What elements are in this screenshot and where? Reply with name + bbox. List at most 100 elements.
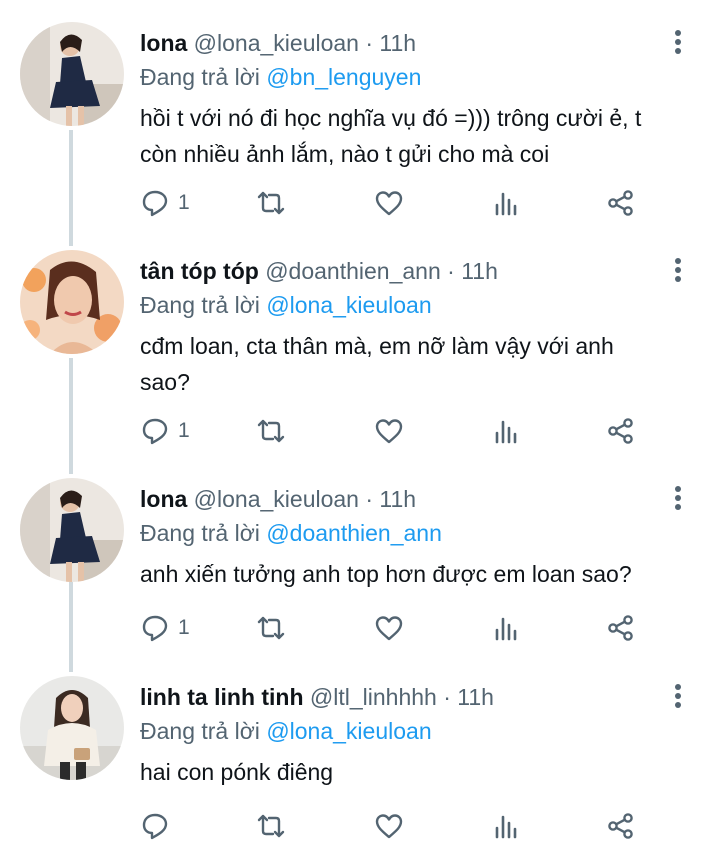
- tweet-text-line: hai con pónk điêng: [140, 759, 334, 785]
- replying-label: Đang trả lời: [140, 292, 260, 318]
- tweet-header: tân tóp tóp @doanthien_ann · 11h: [140, 256, 498, 286]
- analytics-button[interactable]: [492, 806, 522, 846]
- reply-to-handle-link[interactable]: @lona_kieuloan: [266, 292, 431, 318]
- replying-to: Đang trả lời @lona_kieuloan: [140, 716, 432, 746]
- retweet-icon: [257, 419, 285, 443]
- reply-button[interactable]: 1: [140, 183, 190, 223]
- avatar-tan-icon: [20, 250, 124, 354]
- display-name[interactable]: lona: [140, 486, 187, 512]
- tweet-text: hai con pónk điêng: [140, 754, 700, 790]
- timestamp[interactable]: · 11h: [365, 486, 416, 512]
- timestamp[interactable]: · 11h: [447, 258, 498, 284]
- like-button[interactable]: [374, 183, 404, 223]
- avatar-lona-icon: [20, 478, 124, 582]
- analytics-icon: [495, 815, 517, 839]
- reply-icon: [142, 190, 168, 217]
- heart-icon: [375, 616, 403, 641]
- retweet-button[interactable]: [256, 806, 286, 846]
- more-options-icon[interactable]: [666, 256, 690, 284]
- analytics-button[interactable]: [492, 608, 522, 648]
- analytics-icon: [495, 420, 517, 444]
- retweet-button[interactable]: [256, 183, 286, 223]
- tweet-text: cđm loan, cta thân mà, em nỡ làm vậy với…: [140, 328, 700, 400]
- replying-to: Đang trả lời @doanthien_ann: [140, 518, 442, 548]
- tweet-header: lona @lona_kieuloan · 11h: [140, 28, 416, 58]
- tweet-header: linh ta linh tinh @ltl_linhhhh · 11h: [140, 682, 494, 712]
- replying-to: Đang trả lời @lona_kieuloan: [140, 290, 432, 320]
- reply-icon: [142, 418, 168, 445]
- share-icon: [608, 190, 633, 216]
- replying-label: Đang trả lời: [140, 64, 260, 90]
- tweet-text: hồi t với nó đi học nghĩa vụ đó =))) trô…: [140, 100, 700, 172]
- tweet[interactable]: tân tóp tóp @doanthien_ann · 11h Đang tr…: [0, 228, 720, 458]
- tweet-actions: [140, 806, 680, 846]
- analytics-icon: [495, 192, 517, 216]
- share-button[interactable]: [606, 183, 636, 223]
- tweet-text-line: cđm loan, cta thân mà, em nỡ làm vậy với…: [140, 333, 614, 359]
- share-button[interactable]: [606, 608, 636, 648]
- analytics-icon: [495, 617, 517, 641]
- avatar[interactable]: [20, 478, 124, 582]
- share-icon: [608, 813, 633, 839]
- retweet-button[interactable]: [256, 608, 286, 648]
- share-button[interactable]: [606, 806, 636, 846]
- more-options-icon[interactable]: [666, 682, 690, 710]
- analytics-button[interactable]: [492, 183, 522, 223]
- timestamp[interactable]: · 11h: [443, 684, 494, 710]
- tweet[interactable]: linh ta linh tinh @ltl_linhhhh · 11h Đan…: [0, 654, 720, 857]
- more-options-icon[interactable]: [666, 484, 690, 512]
- analytics-button[interactable]: [492, 411, 522, 451]
- tweet-actions: 1: [140, 183, 680, 223]
- user-handle[interactable]: @lona_kieuloan: [194, 30, 359, 56]
- reply-icon: [142, 615, 168, 642]
- reply-count: 1: [178, 616, 190, 639]
- retweet-button[interactable]: [256, 411, 286, 451]
- display-name[interactable]: linh ta linh tinh: [140, 684, 304, 710]
- user-handle[interactable]: @doanthien_ann: [265, 258, 441, 284]
- reply-to-handle-link[interactable]: @bn_lenguyen: [266, 64, 421, 90]
- reply-to-handle-link[interactable]: @lona_kieuloan: [266, 718, 431, 744]
- tweet-text-line: còn nhiều ảnh lắm, nào t gửi cho mà coi: [140, 141, 550, 167]
- share-button[interactable]: [606, 411, 636, 451]
- heart-icon: [375, 814, 403, 839]
- tweet[interactable]: lona @lona_kieuloan · 11h Đang trả lời @…: [0, 0, 720, 246]
- user-handle[interactable]: @lona_kieuloan: [194, 486, 359, 512]
- reply-to-handle-link[interactable]: @doanthien_ann: [266, 520, 442, 546]
- avatar[interactable]: [20, 676, 124, 780]
- more-options-icon[interactable]: [666, 28, 690, 56]
- display-name[interactable]: tân tóp tóp: [140, 258, 259, 284]
- timestamp[interactable]: · 11h: [365, 30, 416, 56]
- reply-button[interactable]: 1: [140, 608, 190, 648]
- avatar[interactable]: [20, 250, 124, 354]
- reply-count: 1: [178, 419, 190, 442]
- like-button[interactable]: [374, 806, 404, 846]
- reply-icon: [142, 813, 168, 840]
- replying-label: Đang trả lời: [140, 718, 260, 744]
- tweet-actions: 1: [140, 411, 680, 451]
- tweet-actions: 1: [140, 608, 680, 648]
- heart-icon: [375, 419, 403, 444]
- retweet-icon: [257, 814, 285, 838]
- tweet-text: anh xiến tưởng anh top hơn được em loan …: [140, 556, 700, 592]
- like-button[interactable]: [374, 411, 404, 451]
- retweet-icon: [257, 191, 285, 215]
- tweet-text-line: hồi t với nó đi học nghĩa vụ đó =))) trô…: [140, 105, 642, 131]
- tweet[interactable]: lona @lona_kieuloan · 11h Đang trả lời @…: [0, 456, 720, 656]
- replying-to: Đang trả lời @bn_lenguyen: [140, 62, 421, 92]
- tweet-text-line: sao?: [140, 369, 190, 395]
- user-handle[interactable]: @ltl_linhhhh: [310, 684, 437, 710]
- display-name[interactable]: lona: [140, 30, 187, 56]
- avatar-linh-icon: [20, 676, 124, 780]
- reply-button[interactable]: 1: [140, 411, 190, 451]
- share-icon: [608, 615, 633, 641]
- avatar-lona-icon: [20, 22, 124, 126]
- reply-count: 1: [178, 191, 190, 214]
- tweet-header: lona @lona_kieuloan · 11h: [140, 484, 416, 514]
- replying-label: Đang trả lời: [140, 520, 260, 546]
- tweet-text-line: anh xiến tưởng anh top hơn được em loan …: [140, 561, 632, 587]
- reply-button[interactable]: [140, 806, 178, 846]
- share-icon: [608, 418, 633, 444]
- like-button[interactable]: [374, 608, 404, 648]
- avatar[interactable]: [20, 22, 124, 126]
- heart-icon: [375, 191, 403, 216]
